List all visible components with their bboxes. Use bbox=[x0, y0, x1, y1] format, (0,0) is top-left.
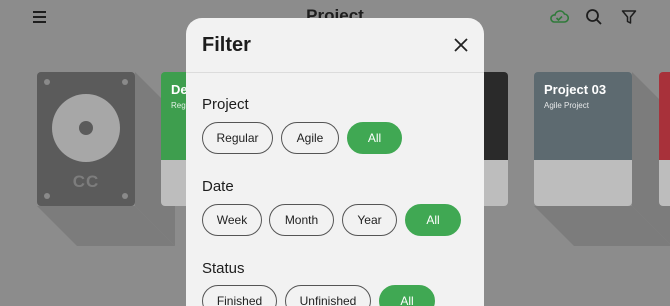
project-card[interactable] bbox=[659, 72, 670, 206]
section-title-project: Project bbox=[202, 96, 249, 113]
disk-hub bbox=[79, 121, 93, 135]
chip-project-all[interactable]: All bbox=[347, 122, 402, 154]
disk-card[interactable]: CC bbox=[37, 72, 135, 206]
project-card-footer bbox=[659, 160, 670, 206]
project-card[interactable]: Project 03 Agile Project bbox=[534, 72, 632, 206]
section-title-status: Status bbox=[202, 260, 245, 277]
disk-label: CC bbox=[72, 172, 100, 191]
disk-icon bbox=[52, 94, 120, 162]
project-card-header: Project 03 Agile Project bbox=[534, 72, 632, 160]
project-card-title: Project 03 bbox=[544, 82, 607, 97]
filter-icon[interactable] bbox=[618, 6, 640, 28]
chip-date-all[interactable]: All bbox=[405, 204, 461, 236]
filter-dialog: Filter Project Regular Agile All Date We… bbox=[186, 18, 484, 306]
chip-status-finished[interactable]: Finished bbox=[202, 285, 277, 306]
filter-title: Filter bbox=[202, 34, 251, 56]
project-card-subtitle: Agile Project bbox=[544, 101, 589, 110]
section-title-date: Date bbox=[202, 178, 234, 195]
chip-date-year[interactable]: Year bbox=[342, 204, 397, 236]
chip-status-all[interactable]: All bbox=[379, 285, 435, 306]
chip-date-month[interactable]: Month bbox=[269, 204, 334, 236]
close-icon[interactable] bbox=[452, 36, 470, 54]
screw-dot bbox=[122, 193, 128, 199]
screw-dot bbox=[44, 79, 50, 85]
project-card-header bbox=[659, 72, 670, 160]
screw-dot bbox=[122, 79, 128, 85]
cloud-sync-icon[interactable] bbox=[548, 6, 570, 28]
chip-project-regular[interactable]: Regular bbox=[202, 122, 273, 154]
screw-dot bbox=[44, 193, 50, 199]
search-icon[interactable] bbox=[583, 6, 605, 28]
filter-dialog-header: Filter bbox=[186, 18, 484, 73]
chip-date-week[interactable]: Week bbox=[202, 204, 262, 236]
chip-status-unfinished[interactable]: Unfinished bbox=[285, 285, 371, 306]
project-card-footer bbox=[534, 160, 632, 206]
chip-project-agile[interactable]: Agile bbox=[281, 122, 339, 154]
